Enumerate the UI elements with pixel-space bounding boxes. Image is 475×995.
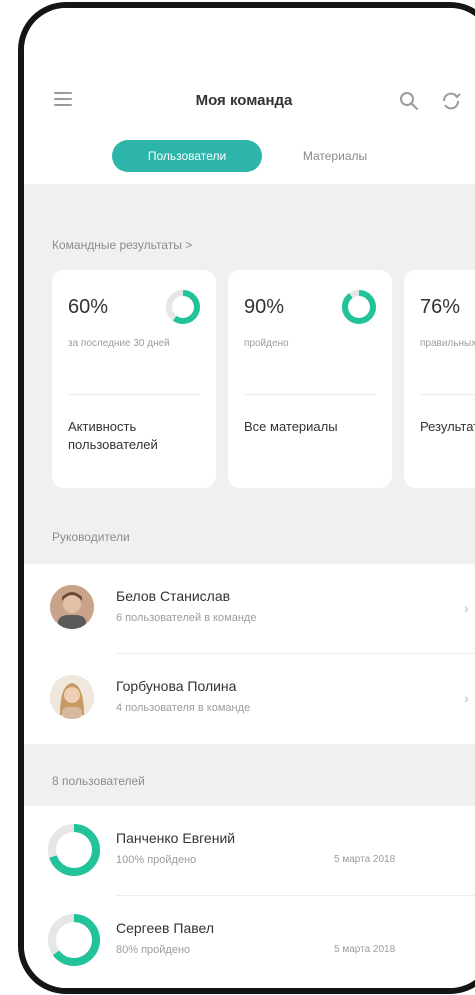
card-divider xyxy=(68,394,200,395)
stat-percent: 60% xyxy=(68,296,109,318)
avatar xyxy=(50,675,94,719)
app-header: Моя команда Пользователи Материалы xyxy=(24,8,475,184)
progress-ring-icon xyxy=(342,290,376,324)
stat-percent: 76% xyxy=(420,296,461,318)
list-item[interactable]: Сергеев Павел 80% пройдено 5 марта 2018 xyxy=(24,896,475,986)
user-date: 5 марта 2018 xyxy=(334,854,396,865)
stat-subtitle: за последние 30 дней xyxy=(68,338,170,349)
stats-cards: 60% за последние 30 дней Активность поль… xyxy=(52,270,475,488)
stat-subtitle: правильных ответов xyxy=(420,338,475,349)
stat-subtitle: пройдено xyxy=(244,338,289,349)
card-divider xyxy=(244,394,376,395)
managers-section-title: Руководители xyxy=(52,530,130,544)
stat-percent: 90% xyxy=(244,296,285,318)
manager-name: Белов Станислав xyxy=(116,588,231,604)
chevron-right-icon: › xyxy=(464,600,469,616)
list-item[interactable]: Панченко Евгений 100% пройдено 5 марта 2… xyxy=(24,806,475,896)
search-icon[interactable] xyxy=(398,90,420,112)
progress-ring-icon xyxy=(166,290,200,324)
stat-name: Активность пользователей xyxy=(68,419,158,452)
team-results-link[interactable]: Командные результаты > xyxy=(52,238,192,252)
managers-list: Белов Станислав 6 пользователей в команд… xyxy=(24,564,475,744)
stat-card-materials[interactable]: 90% пройдено Все материалы xyxy=(228,270,392,488)
manager-subtitle: 4 пользователя в команде xyxy=(116,702,251,714)
sync-icon[interactable] xyxy=(438,88,464,114)
stat-name: Результаты тестов xyxy=(420,419,475,434)
user-name: Сергеев Павел xyxy=(116,920,214,936)
manager-subtitle: 6 пользователей в команде xyxy=(116,612,257,624)
list-item[interactable]: Горбунова Полина 4 пользователя в команд… xyxy=(24,654,475,744)
user-progress-text: 80% пройдено xyxy=(116,944,191,956)
avatar xyxy=(50,585,94,629)
phone-frame: Моя команда Пользователи Материалы Коман… xyxy=(18,2,475,994)
card-divider xyxy=(420,394,475,395)
list-item[interactable]: Белов Станислав 6 пользователей в команд… xyxy=(24,564,475,654)
users-list: Панченко Евгений 100% пройдено 5 марта 2… xyxy=(24,806,475,988)
stat-card-activity[interactable]: 60% за последние 30 дней Активность поль… xyxy=(52,270,216,488)
stat-card-tests[interactable]: 76% правильных ответов Результаты тестов xyxy=(404,270,475,488)
users-section-title: 8 пользователей xyxy=(52,774,145,788)
chevron-right-icon: › xyxy=(464,690,469,706)
stat-name: Все материалы xyxy=(244,419,338,434)
user-date: 5 марта 2018 xyxy=(334,944,396,955)
user-progress-text: 100% пройдено xyxy=(116,854,197,866)
user-name: Панченко Евгений xyxy=(116,830,236,846)
user-progress-ring-icon xyxy=(48,824,100,876)
manager-name: Горбунова Полина xyxy=(116,678,237,694)
tab-users[interactable]: Пользователи xyxy=(112,140,262,172)
user-progress-ring-icon xyxy=(48,914,100,966)
tab-materials[interactable]: Материалы xyxy=(280,140,390,172)
